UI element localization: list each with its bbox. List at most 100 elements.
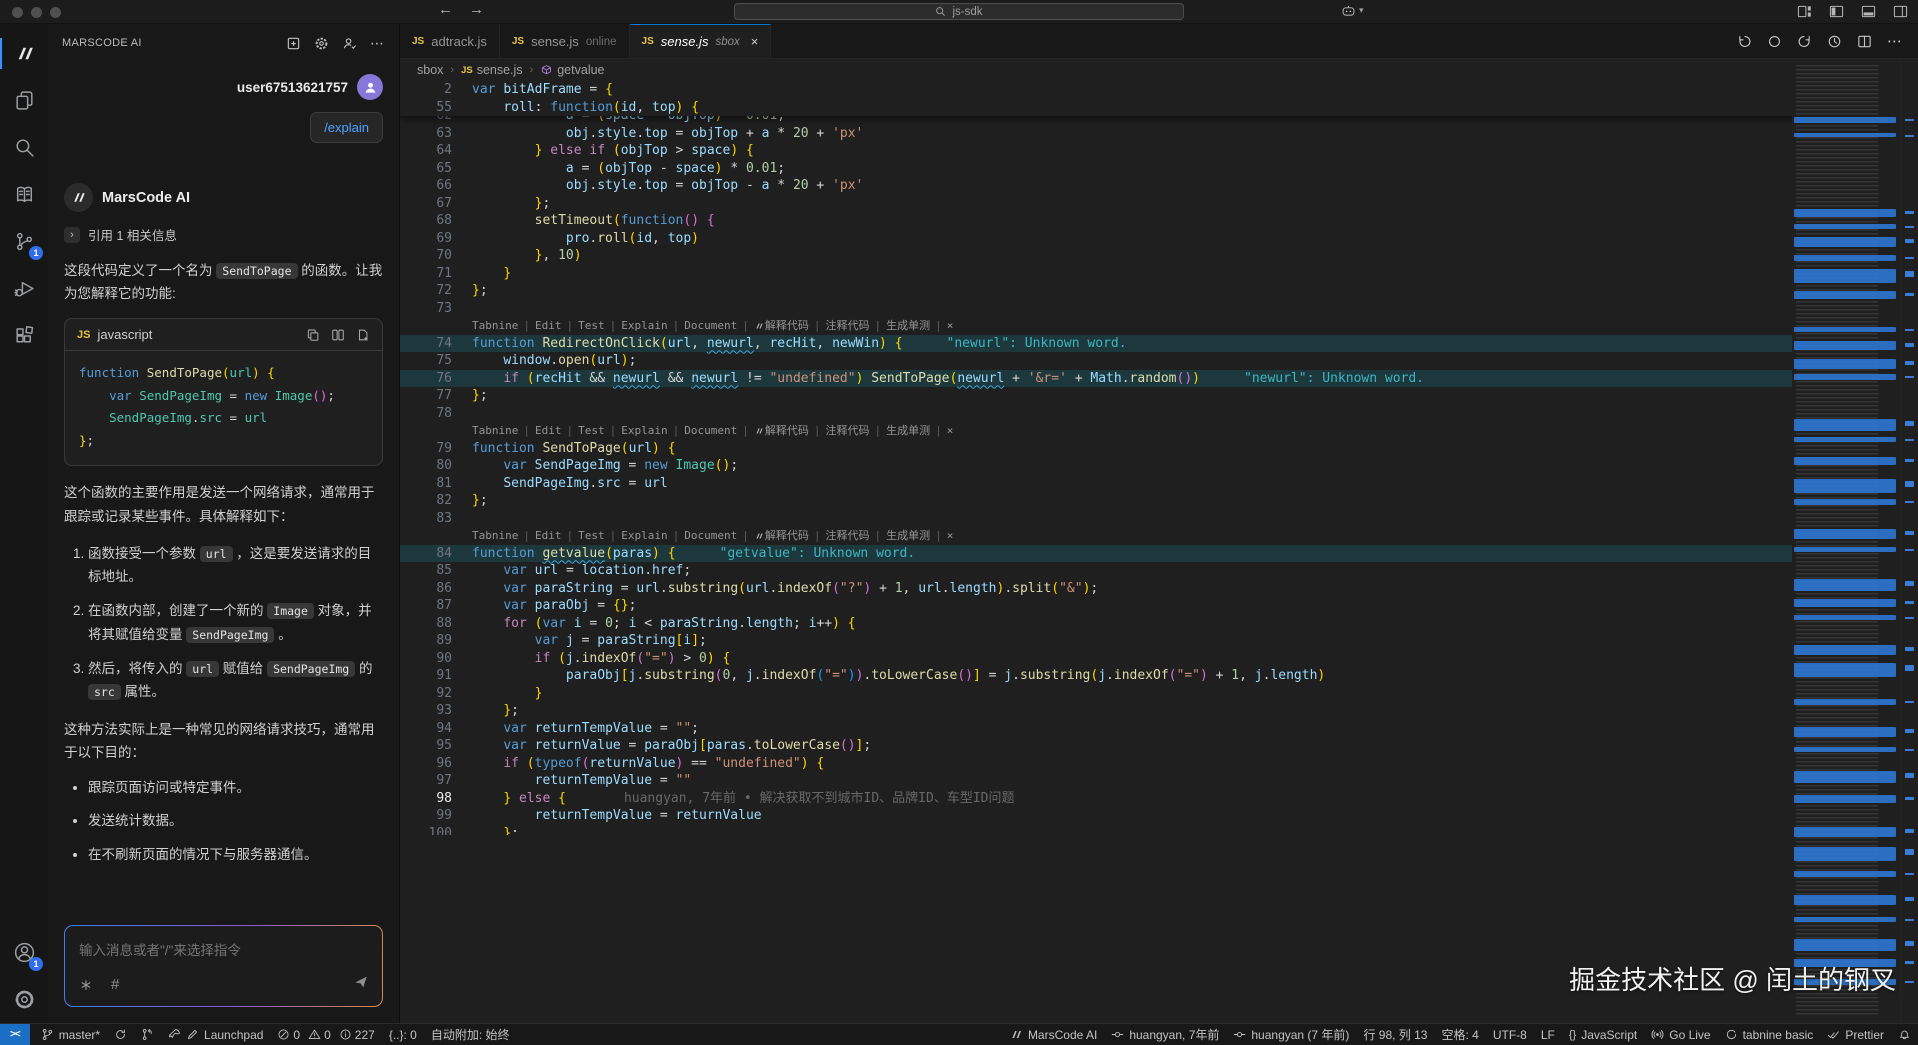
codelens-close-icon[interactable]: × [947,317,954,335]
code-line-73[interactable]: 73 [400,300,1918,318]
status-blame-commit[interactable]: huangyan (7 年前) [1226,1024,1356,1045]
code-line-2[interactable]: 2var bitAdFrame = { [400,81,1918,99]
code-line-75[interactable]: 75 window.open(url); [400,352,1918,370]
code-line-70[interactable]: 70 }, 10) [400,247,1918,265]
context-hash-icon[interactable]: # [111,976,119,993]
code-line-83[interactable]: 83 [400,510,1918,528]
codelens-link[interactable]: Tabnine [472,317,518,335]
status-indentation[interactable]: 空格: 4 [1434,1024,1485,1045]
editor-tab-sense-js[interactable]: JSsense.jsonline [500,24,630,58]
codelens-link[interactable]: 生成单测 [886,422,930,440]
status-problems[interactable]: 00227 [270,1024,381,1045]
editor-tab-sense-js[interactable]: JSsense.jssbox× [630,24,772,58]
code-line-78[interactable]: 78 [400,405,1918,423]
code-line-96[interactable]: 96 if (typeof(returnValue) == "undefined… [400,755,1918,773]
codelens-link[interactable]: Edit [535,422,562,440]
more-actions-icon[interactable]: ⋯ [1887,32,1902,50]
codelens-link[interactable]: Document [684,422,737,440]
code-line-92[interactable]: 92 } [400,685,1918,703]
editor-tab-adtrack-js[interactable]: JSadtrack.js [400,24,500,58]
activity-account[interactable]: 1 [0,929,48,976]
history-forward-icon[interactable]: → [469,1,484,18]
status-remote-indicator[interactable]: >< [0,1024,30,1045]
nav-forward-circle-icon[interactable] [1797,34,1812,49]
new-chat-icon[interactable] [286,36,301,51]
status-auto-attach[interactable]: 自动附加: 始终 [424,1024,517,1045]
activity-source-control[interactable]: 1 [0,218,48,265]
window-minimize-dot[interactable] [31,7,42,18]
codelens-link[interactable]: 解释代码 [765,317,809,335]
code-line-82[interactable]: 82}; [400,492,1918,510]
codelens-link[interactable]: Document [684,527,737,545]
codelens-link[interactable]: 生成单测 [886,317,930,335]
breadcrumb-item[interactable]: getvalue [540,63,604,77]
status-marscode-status[interactable]: MarsCode AI [1003,1024,1104,1045]
codelens-row[interactable]: Tabnine|Edit|Test|Explain|Document|解释代码|… [400,317,1918,335]
more-actions-icon[interactable]: ⋯ [370,35,385,52]
code-line-90[interactable]: 90 if (j.indexOf("=") > 0) { [400,650,1918,668]
run-timeline-icon[interactable] [1827,34,1842,49]
code-line-65[interactable]: 65 a = (objTop - space) * 0.01; [400,160,1918,178]
nav-back-circle-icon[interactable] [1737,34,1752,49]
code-line-100[interactable]: 100 }; [400,825,1918,836]
code-line-66[interactable]: 66 obj.style.top = objTop - a * 20 + 'px… [400,177,1918,195]
close-tab-icon[interactable]: × [751,34,759,49]
codelens-link[interactable]: Document [684,317,737,335]
code-line-99[interactable]: 99 returnTempValue = returnValue [400,807,1918,825]
code-line-80[interactable]: 80 var SendPageImg = new Image(); [400,457,1918,475]
code-line-98[interactable]: 98 } else {huangyan, 7年前 • 解决获取不到城市ID、品牌… [400,790,1918,808]
activity-docs[interactable] [0,171,48,218]
code-line-86[interactable]: 86 var paraString = url.substring(url.in… [400,580,1918,598]
codelens-link[interactable]: 注释代码 [825,527,869,545]
code-line-74[interactable]: 74function RedirectOnClick(url, newurl, … [400,335,1918,353]
history-back-icon[interactable]: ← [438,1,453,18]
breadcrumb-item[interactable]: sbox [417,63,443,77]
codelens-link[interactable]: Explain [621,317,667,335]
copilot-menu-button[interactable]: ▾ [1340,2,1364,19]
share-session-icon[interactable] [342,36,357,51]
status-launchpad[interactable]: Launchpad [161,1024,270,1045]
code-line-91[interactable]: 91 paraObj[j.substring(0, j.indexOf("=")… [400,667,1918,685]
toggle-panel-icon[interactable] [1861,4,1876,19]
code-line-97[interactable]: 97 returnTempValue = "" [400,772,1918,790]
codelens-close-icon[interactable]: × [947,422,954,440]
codelens-link[interactable]: Test [578,527,605,545]
command-center-search[interactable]: js-sdk [734,3,1184,20]
codelens-link[interactable]: 解释代码 [765,422,809,440]
status-language-mode[interactable]: {}JavaScript [1562,1024,1644,1045]
code-line-81[interactable]: 81 SendPageImg.src = url [400,475,1918,493]
code-line-63[interactable]: 63 obj.style.top = objTop + a * 20 + 'px… [400,125,1918,143]
code-line-95[interactable]: 95 var returnValue = paraObj[paras.toLow… [400,737,1918,755]
code-line-77[interactable]: 77}; [400,387,1918,405]
diff-insert-icon[interactable] [331,328,345,342]
codelens-link[interactable]: Tabnine [472,422,518,440]
codelens-row[interactable]: Tabnine|Edit|Test|Explain|Document|解释代码|… [400,527,1918,545]
status-pull-request[interactable] [134,1024,161,1045]
codelens-link[interactable]: Edit [535,527,562,545]
status-cursor-position[interactable]: 行 98, 列 13 [1356,1024,1434,1045]
copy-icon[interactable] [306,328,320,342]
status-brackets-count[interactable]: {..}: 0 [382,1024,424,1045]
status-go-live[interactable]: Go Live [1644,1024,1717,1045]
activity-search[interactable] [0,124,48,171]
code-line-67[interactable]: 67 }; [400,195,1918,213]
activity-settings[interactable] [0,976,48,1023]
minimap[interactable] [1792,59,1900,1023]
activity-extensions[interactable] [0,312,48,359]
window-maximize-dot[interactable] [50,7,61,18]
codelens-link[interactable]: 生成单测 [886,527,930,545]
chat-input[interactable]: 输入消息或者"/"来选择指令 # [65,926,382,1006]
toggle-primary-sidebar-icon[interactable] [1829,4,1844,19]
customize-layout-icon[interactable] [1797,4,1812,19]
gear-icon[interactable] [314,36,329,51]
insert-file-icon[interactable] [356,328,370,342]
activity-explorer[interactable] [0,77,48,124]
code-line-55[interactable]: 55 roll: function(id, top) { [400,99,1918,117]
codelens-link[interactable]: Test [578,422,605,440]
code-line-68[interactable]: 68 setTimeout(function() { [400,212,1918,230]
code-line-87[interactable]: 87 var paraObj = {}; [400,597,1918,615]
status-notifications[interactable] [1891,1024,1918,1045]
code-line-76[interactable]: 76 if (recHit && newurl && newurl != "un… [400,370,1918,388]
status-eol[interactable]: LF [1534,1024,1562,1045]
activity-marscode[interactable] [0,30,48,77]
